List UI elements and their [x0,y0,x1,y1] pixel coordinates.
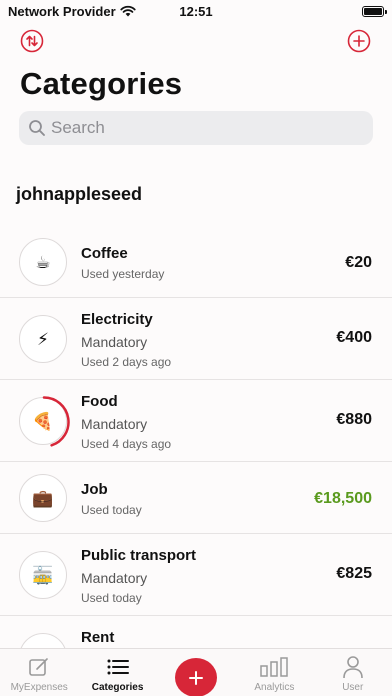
category-subtitle: Mandatory [81,570,148,586]
status-bar: Network Provider 12:51 [0,0,392,22]
status-time: 12:51 [179,3,213,19]
tab-myexpenses[interactable]: MyExpenses [0,649,78,696]
category-amount: €880 [336,411,372,428]
coffee-cup-icon: ☕ [35,252,51,272]
category-last-used: Used 2 days ago [81,355,172,369]
search-input[interactable] [51,118,351,138]
edit-square-icon [29,658,48,676]
category-amount: €18,500 [314,490,372,507]
category-amount: €825 [336,565,372,582]
category-list: ☕ Coffee Used yesterday €20 ⚡ Electricit… [0,226,392,681]
page-title: Categories [20,66,183,101]
tram-icon: 🚋 [32,565,54,585]
tab-categories[interactable]: Categories [79,649,157,696]
budget-progress-ring [42,396,70,447]
section-title: johnappleseed [16,184,143,204]
search-bar[interactable] [19,111,373,145]
category-row-food[interactable]: 🍕 Food Mandatory Used 4 days ago €880 [0,380,392,462]
add-expense-button[interactable] [174,658,217,696]
category-icon-wrap: ⚡ [19,315,67,363]
category-name: Rent [81,629,115,646]
plus-icon [188,670,203,685]
category-icon-wrap: 🚋 [19,551,67,599]
category-row-coffee[interactable]: ☕ Coffee Used yesterday €20 [0,226,392,298]
tab-analytics[interactable]: Analytics [235,649,313,696]
category-amount: €400 [336,329,372,346]
tab-add-expense[interactable] [157,649,235,696]
category-name: Public transport [81,547,197,564]
category-icon-wrap: ☕ [19,238,67,286]
list-icon [107,659,129,675]
tab-label: MyExpenses [10,682,68,693]
category-last-used: Used today [81,503,142,517]
status-left: Network Provider [8,4,136,19]
bar-chart-icon [260,657,289,677]
category-row-public-transport[interactable]: 🚋 Public transport Mandatory Used today … [0,534,392,616]
category-last-used: Used today [81,591,142,605]
category-row-job[interactable]: 💼 Job Used today €18,500 [0,462,392,534]
category-subtitle: Mandatory [81,416,148,432]
category-row-electricity[interactable]: ⚡ Electricity Mandatory Used 2 days ago … [0,298,392,380]
add-category-button[interactable] [347,29,371,53]
category-amount: €20 [345,254,372,271]
category-name: Coffee [81,245,128,262]
tab-user[interactable]: User [314,649,392,696]
add-circle-icon [347,29,371,53]
battery-icon [362,5,387,17]
sort-button[interactable] [20,29,44,53]
category-name: Job [81,481,108,498]
tab-bar: MyExpenses Categories Analytics User [0,648,392,696]
tab-label: User [342,682,364,693]
category-last-used: Used 4 days ago [81,437,172,451]
briefcase-icon: 💼 [32,488,54,508]
category-last-used: Used yesterday [81,267,165,281]
search-icon [29,120,45,136]
carrier-label: Network Provider [8,3,116,19]
tab-label: Categories [91,682,144,693]
category-subtitle: Mandatory [81,334,148,350]
category-icon-wrap: 🍕 [19,396,70,447]
category-name: Electricity [81,311,153,328]
lightning-icon: ⚡ [37,329,49,349]
category-icon-wrap: 💼 [19,474,67,522]
wifi-icon [120,5,136,17]
person-icon [342,656,363,679]
sort-arrows-icon [20,29,44,53]
tab-label: Analytics [254,682,295,693]
category-name: Food [81,393,118,410]
